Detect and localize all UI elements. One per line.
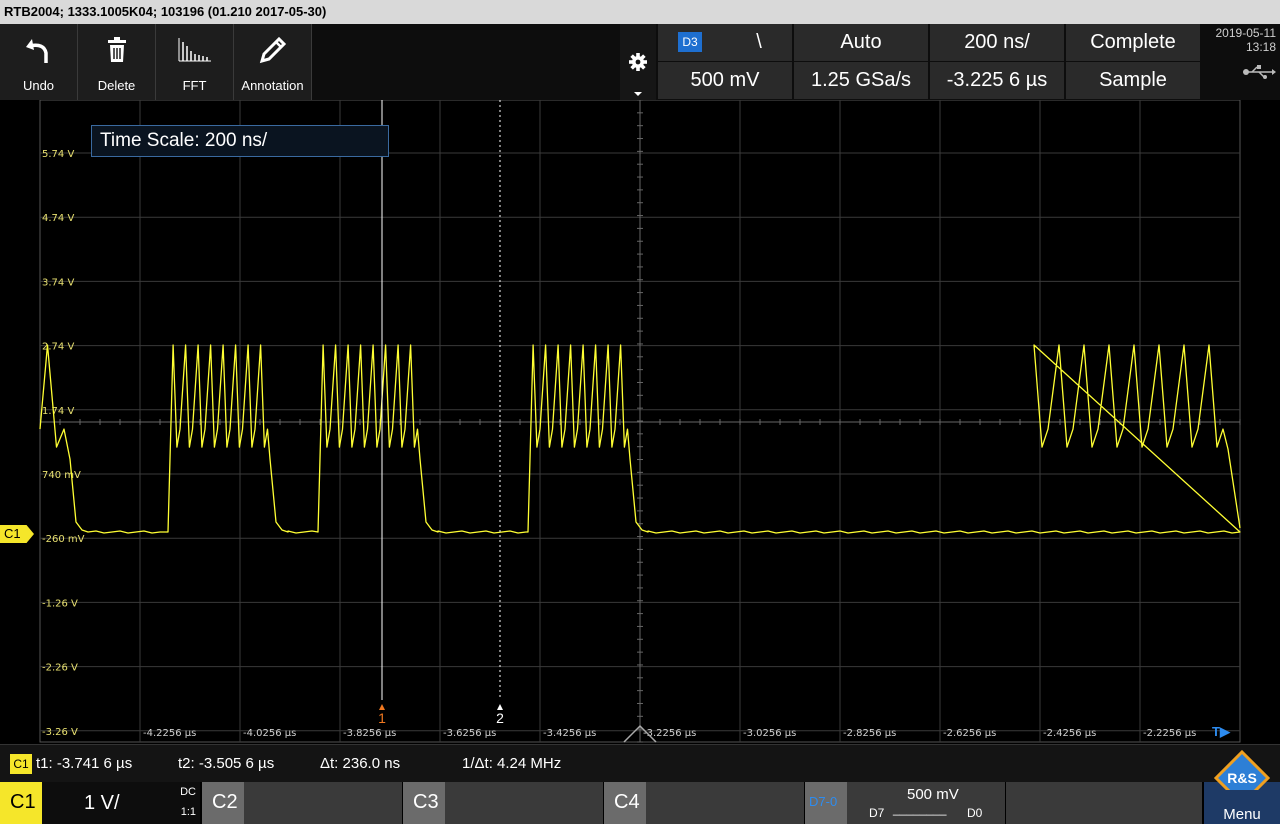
c1-marker-label: C1 [4,526,21,541]
c1-scale: 1 V/ [84,792,120,814]
falling-edge-icon: \ [756,31,762,53]
trigger-mode-value: Auto [840,31,882,53]
time-tick-label: -2.4256 µs [1043,728,1096,739]
acquisition-state-value: Complete [1090,31,1176,53]
annotation-label: Annotation [241,78,304,93]
time-tick-label: -2.6256 µs [943,728,996,739]
delta-t-readout: Δt: 236.0 ns [320,755,401,772]
fft-label: FFT [182,78,207,93]
channel-c4-tab[interactable]: C4 [604,782,804,824]
c4-tab-label: C4 [614,791,640,813]
waveform-grid: 5.74 V4.74 V3.74 V2.74 V1.74 V740 mV-260… [39,99,1241,743]
voltage-tick-label: 740 mV [42,470,81,481]
rs-logo-text: R&S [1227,770,1257,786]
voltage-tick-label: -2.26 V [42,663,78,674]
voltage-tick-label: -260 mV [42,534,85,545]
time-tick-label: -4.2256 µs [143,728,196,739]
title-bar: RTB2004; 1333.1005K04; 103196 (01.210 20… [0,0,1280,24]
delete-label: Delete [97,78,136,93]
digital-range-left: D7 [869,806,885,820]
time-tick-label: -2.8256 µs [843,728,896,739]
undo-label: Undo [22,78,55,93]
voltage-tick-label: 3.74 V [42,277,74,288]
usb-icon [1243,65,1276,79]
c1-coupling: DC [180,786,196,798]
t2-readout: t2: -3.505 6 µs [178,755,275,772]
gear-icon [629,53,647,96]
c1-tab-label: C1 [10,791,36,813]
digital-range-right: D0 [967,806,983,820]
rs-logo-icon: R&S [1213,749,1271,790]
digital-range-dashes: ________ [893,802,947,816]
digital-level: 500 mV [907,786,959,803]
sample-rate[interactable]: 1.25 GSa/s [794,62,928,99]
c1-probe-ratio: 1:1 [180,806,196,818]
digital-channels-tab[interactable]: D7-0 500 mV D7 ________ D0 [805,782,1005,824]
settings-button[interactable] [620,24,656,100]
voltage-tick-label: 1.74 V [42,406,74,417]
horizontal-position-value: -3.225 6 µs [946,69,1048,91]
trigger-level-value: 500 mV [690,69,760,91]
time-scale-value: 200 ns/ [964,31,1030,53]
channel-c2-tab[interactable]: C2 [202,782,402,824]
cursor-readout: C1 t1: -3.741 6 µs t2: -3.505 6 µs Δt: 2… [0,744,1280,782]
horizontal-position[interactable]: -3.225 6 µs [930,62,1064,99]
time-tick-label: -2.2256 µs [1143,728,1196,739]
trigger-source-badge: D3 [678,32,702,52]
acquisition-mode[interactable]: Sample [1066,62,1200,99]
t1-readout: t1: -3.741 6 µs [36,755,133,772]
digital-tab-label: D7-0 [809,794,838,809]
inverse-delta-t-readout: 1/Δt: 4.24 MHz [462,755,562,772]
time-scale[interactable]: 200 ns/ [930,24,1064,61]
pencil-icon [234,30,311,70]
annotation-button[interactable]: Annotation [234,24,312,100]
time-scale-tooltip: Time Scale: 200 ns/ [91,125,389,157]
title-text: RTB2004; 1333.1005K04; 103196 (01.210 20… [4,4,327,19]
undo-arrow-icon [0,30,77,70]
undo-button[interactable]: Undo [0,24,78,100]
time-tick-label: -3.4256 µs [543,728,596,739]
time-tick-label: -3.6256 µs [443,728,496,739]
channel-c3-tab[interactable]: C3 [403,782,603,824]
trigger-edge[interactable]: \ [726,24,792,61]
trigger-level[interactable]: 500 mV [658,62,792,99]
t-arrow-label: T▶ [1212,724,1230,739]
channel-bar: C1 1 V/ DC 1:1 C2 C3 C4 D7-0 500 mV D7 _… [0,749,1280,824]
cursor-2-label: 2 [496,710,504,726]
waveform-display[interactable]: 5.74 V 4.74 V 3.74 V 2.74 V 1.74 V 740 mV -260… [0,99,1280,744]
c2-tab-label: C2 [212,791,238,813]
cursor-1-label: 1 [378,710,386,726]
trash-icon [78,30,155,70]
fft-spectrum-icon [156,30,233,70]
time-reference-arrow: T▶ [1212,724,1230,740]
delete-button[interactable]: Delete [78,24,156,100]
voltage-tick-label: 5.74 V [42,149,74,160]
menu-button[interactable]: R&S Menu [1204,749,1280,824]
time-tick-label: -3.0256 µs [743,728,796,739]
time-tick-label: -4.0256 µs [243,728,296,739]
voltage-tick-label: -3.26 V [42,727,78,738]
trigger-mode[interactable]: Auto [794,24,928,61]
acquisition-mode-value: Sample [1099,69,1167,91]
readout-c1-badge: C1 [10,754,32,774]
channel-c1-tab[interactable]: C1 1 V/ DC 1:1 [0,782,200,824]
c3-tab-label: C3 [413,791,439,813]
sample-rate-value: 1.25 GSa/s [810,69,912,91]
tooltip-text: Time Scale: 200 ns/ [100,130,268,151]
fft-button[interactable]: FFT [156,24,234,100]
voltage-tick-label: 4.74 V [42,213,74,224]
acquisition-state[interactable]: Complete [1066,24,1200,61]
time-tick-label: -3.8256 µs [343,728,396,739]
menu-label: Menu [1223,806,1261,823]
date-time: 2019-05-11 13:18 [1202,24,1280,100]
date-text: 2019-05-11 [1215,26,1277,40]
time-text: 13:18 [1245,40,1276,54]
voltage-tick-label: -1.26 V [42,598,78,609]
empty-slot [1006,782,1202,824]
